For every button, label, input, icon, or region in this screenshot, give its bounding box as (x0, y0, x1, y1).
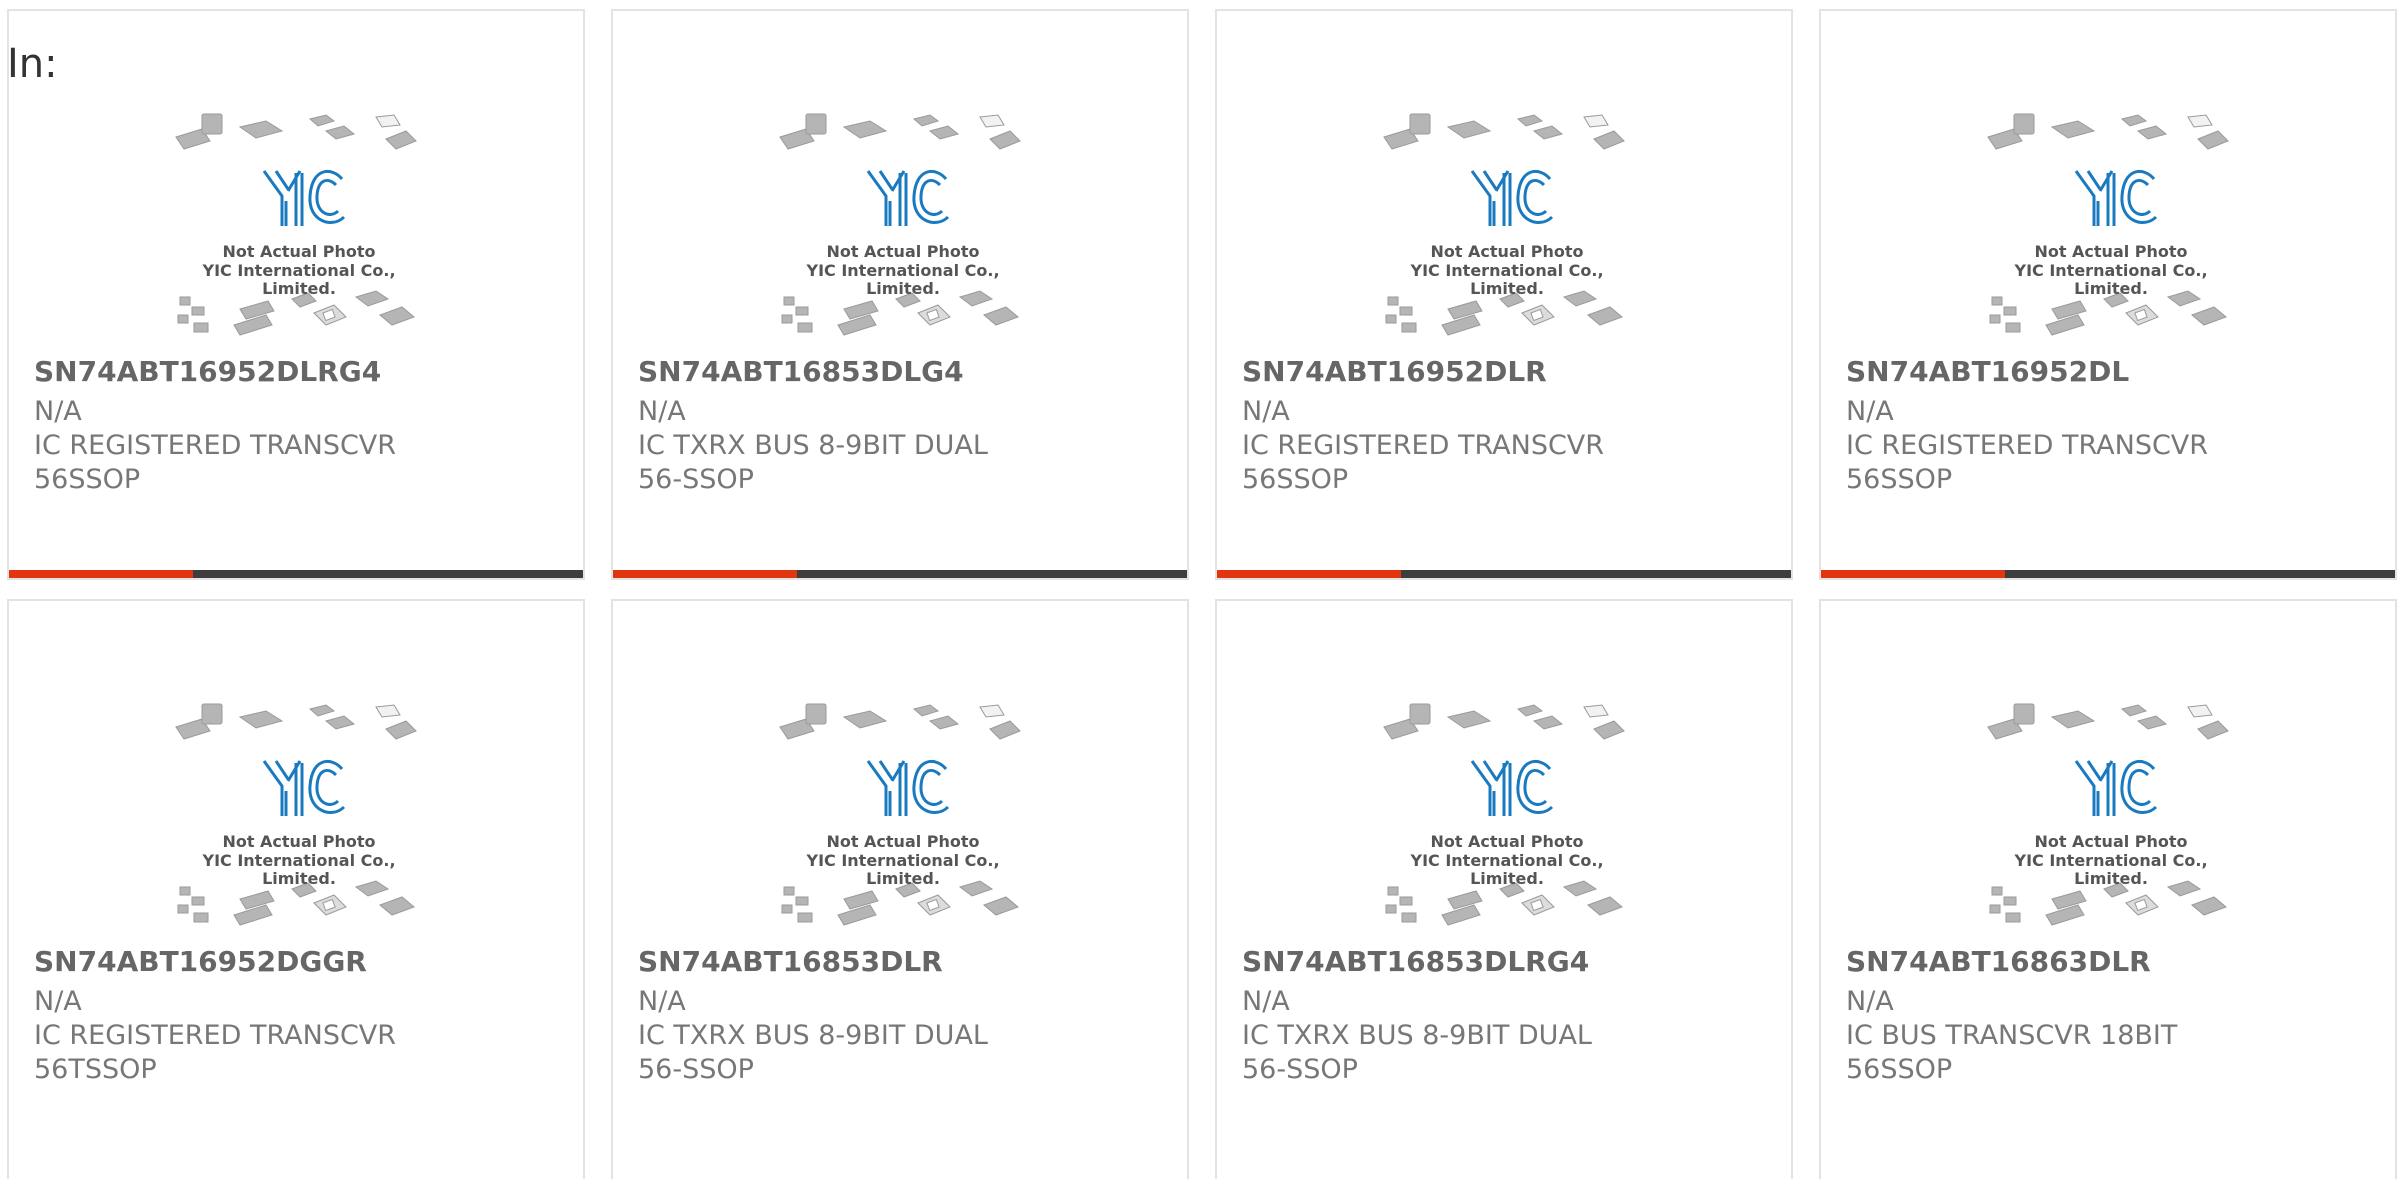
product-manufacturer: N/A (1846, 986, 1894, 1017)
chip-icons-top (1383, 113, 1625, 150)
product-photo-placeholder[interactable]: Not Actual Photo YIC International Co., … (768, 691, 1038, 941)
product-description: IC REGISTERED TRANSCVR 56SSOP (34, 430, 397, 495)
product-manufacturer: N/A (638, 396, 686, 427)
photo-caption-line1: Not Actual Photo (826, 832, 980, 851)
chip-icons-top (1987, 113, 2229, 150)
photo-caption-line1: Not Actual Photo (222, 242, 376, 261)
chip-icons-top (779, 113, 1021, 150)
product-card[interactable]: Not Actual Photo YIC International Co., … (7, 9, 585, 580)
chip-icons-top (175, 113, 417, 150)
product-description: IC TXRX BUS 8-9BIT DUAL 56-SSOP (1242, 1020, 1592, 1085)
product-description: IC REGISTERED TRANSCVR 56SSOP (1242, 430, 1605, 495)
chip-icons-top (1383, 703, 1625, 740)
card-footer-bar (1217, 570, 1791, 578)
photo-caption-line2: YIC International Co., Limited. (806, 851, 1000, 888)
product-part-number[interactable]: SN74ABT16853DLR (638, 944, 943, 980)
photo-caption-line1: Not Actual Photo (222, 832, 376, 851)
card-footer-bar (1821, 570, 2395, 578)
card-footer-accent (1821, 570, 2005, 578)
photo-caption-line2: YIC International Co., Limited. (806, 261, 1000, 298)
product-part-number[interactable]: SN74ABT16952DL (1846, 354, 2129, 390)
product-card[interactable]: Not Actual Photo YIC International Co., … (611, 599, 1189, 1179)
product-description: IC TXRX BUS 8-9BIT DUAL 56-SSOP (638, 430, 988, 495)
product-part-number[interactable]: SN74ABT16952DLR (1242, 354, 1547, 390)
chip-icons-top (175, 703, 417, 740)
product-card[interactable]: Not Actual Photo YIC International Co., … (611, 9, 1189, 580)
yic-logo-icon (2074, 170, 2158, 226)
card-footer-accent (1217, 570, 1401, 578)
yic-logo-icon (866, 170, 950, 226)
card-footer-accent (613, 570, 797, 578)
yic-logo-icon (2074, 760, 2158, 816)
product-description: IC REGISTERED TRANSCVR 56TSSOP (34, 1020, 397, 1085)
product-part-number[interactable]: SN74ABT16853DLRG4 (1242, 944, 1589, 980)
product-photo-placeholder[interactable]: Not Actual Photo YIC International Co., … (1372, 101, 1642, 351)
photo-caption-line2: YIC International Co., Limited. (2014, 851, 2208, 888)
photo-caption-line2: YIC International Co., Limited. (2014, 261, 2208, 298)
photo-caption-line1: Not Actual Photo (2034, 832, 2188, 851)
product-part-number[interactable]: SN74ABT16853DLG4 (638, 354, 964, 390)
product-manufacturer: N/A (1242, 986, 1290, 1017)
product-photo-placeholder[interactable]: Not Actual Photo YIC International Co., … (1976, 101, 2246, 351)
chip-icons-top (779, 703, 1021, 740)
chip-icons-top (1987, 703, 2229, 740)
product-card[interactable]: Not Actual Photo YIC International Co., … (1215, 9, 1793, 580)
product-part-number[interactable]: SN74ABT16952DLRG4 (34, 354, 381, 390)
yic-logo-icon (1470, 170, 1554, 226)
product-manufacturer: N/A (1242, 396, 1290, 427)
card-footer-bar (613, 570, 1187, 578)
photo-caption-line1: Not Actual Photo (1430, 242, 1584, 261)
product-description: IC TXRX BUS 8-9BIT DUAL 56-SSOP (638, 1020, 988, 1085)
in-label: In: (7, 41, 58, 87)
product-photo-placeholder[interactable]: Not Actual Photo YIC International Co., … (1976, 691, 2246, 941)
product-photo-placeholder[interactable]: Not Actual Photo YIC International Co., … (164, 101, 434, 351)
product-photo-placeholder[interactable]: Not Actual Photo YIC International Co., … (1372, 691, 1642, 941)
product-photo-placeholder[interactable]: Not Actual Photo YIC International Co., … (768, 101, 1038, 351)
product-card[interactable]: Not Actual Photo YIC International Co., … (1215, 599, 1793, 1179)
product-part-number[interactable]: SN74ABT16863DLR (1846, 944, 2151, 980)
card-footer-accent (9, 570, 193, 578)
product-manufacturer: N/A (638, 986, 686, 1017)
photo-caption-line2: YIC International Co., Limited. (202, 261, 396, 298)
card-footer-bar (9, 570, 583, 578)
product-manufacturer: N/A (1846, 396, 1894, 427)
product-card[interactable]: Not Actual Photo YIC International Co., … (1819, 599, 2397, 1179)
product-manufacturer: N/A (34, 986, 82, 1017)
photo-caption-line2: YIC International Co., Limited. (1410, 851, 1604, 888)
product-part-number[interactable]: SN74ABT16952DGGR (34, 944, 367, 980)
product-photo-placeholder[interactable]: Not Actual Photo YIC International Co., … (164, 691, 434, 941)
photo-caption-line2: YIC International Co., Limited. (1410, 261, 1604, 298)
photo-caption-line1: Not Actual Photo (1430, 832, 1584, 851)
yic-logo-icon (262, 760, 346, 816)
product-description: IC REGISTERED TRANSCVR 56SSOP (1846, 430, 2209, 495)
photo-caption-line1: Not Actual Photo (2034, 242, 2188, 261)
photo-caption-line1: Not Actual Photo (826, 242, 980, 261)
product-description: IC BUS TRANSCVR 18BIT 56SSOP (1846, 1020, 2178, 1085)
yic-logo-icon (262, 170, 346, 226)
product-card[interactable]: Not Actual Photo YIC International Co., … (7, 599, 585, 1179)
product-card[interactable]: Not Actual Photo YIC International Co., … (1819, 9, 2397, 580)
product-manufacturer: N/A (34, 396, 82, 427)
yic-logo-icon (866, 760, 950, 816)
photo-caption-line2: YIC International Co., Limited. (202, 851, 396, 888)
product-grid: Not Actual Photo YIC International Co., … (0, 0, 2400, 1179)
yic-logo-icon (1470, 760, 1554, 816)
